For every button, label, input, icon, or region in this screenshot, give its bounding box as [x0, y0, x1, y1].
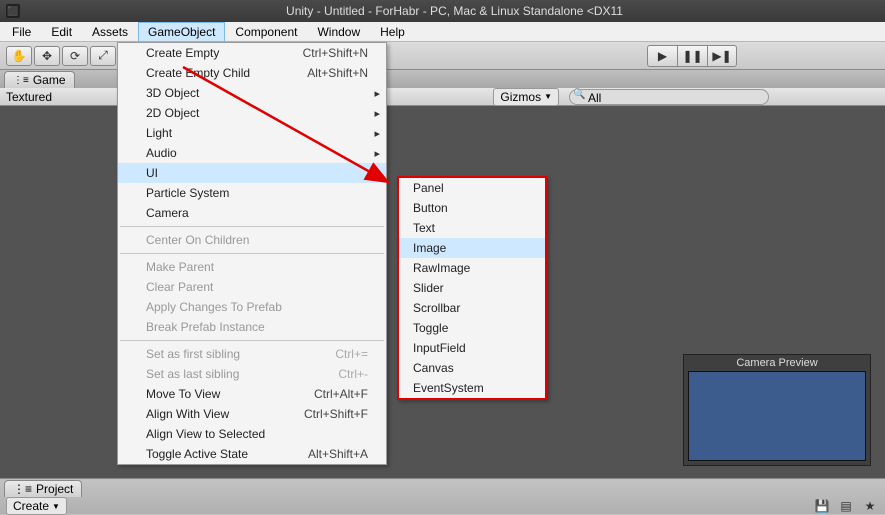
menu-apply-prefab: Apply Changes To Prefab: [118, 297, 386, 317]
step-icon: ▶❚: [712, 49, 731, 63]
gizmos-dropdown[interactable]: Gizmos▼: [493, 88, 559, 106]
menu-clear-parent: Clear Parent: [118, 277, 386, 297]
project-panel: ⋮≡ Project Create ▼ 💾 ▤ ★: [0, 478, 885, 514]
window-title: Unity - Untitled - ForHabr - PC, Mac & L…: [30, 4, 879, 18]
tab-project-label: Project: [36, 482, 73, 496]
submenu-slider[interactable]: Slider: [399, 278, 545, 298]
menu-toggle-active-state[interactable]: Toggle Active State Alt+Shift+A: [118, 444, 386, 464]
step-button[interactable]: ▶❚: [707, 45, 737, 67]
star-icon[interactable]: ★: [861, 498, 879, 514]
submenu-toggle[interactable]: Toggle: [399, 318, 545, 338]
menu-component[interactable]: Component: [225, 22, 307, 41]
submenu-panel[interactable]: Panel: [399, 178, 545, 198]
ui-submenu: Panel Button Text Image RawImage Slider …: [397, 176, 547, 400]
menu-align-view-to-selected[interactable]: Align View to Selected: [118, 424, 386, 444]
tool-rotate-button[interactable]: ⟳: [62, 46, 88, 66]
menu-camera[interactable]: Camera: [118, 203, 386, 223]
search-input[interactable]: All: [569, 89, 769, 105]
menu-ui[interactable]: UI: [118, 163, 386, 183]
chevron-down-icon: ▼: [544, 92, 552, 101]
tool-scale-button[interactable]: ⤢: [90, 46, 116, 66]
submenu-image[interactable]: Image: [399, 238, 545, 258]
window-titlebar: ⬛ Unity - Untitled - ForHabr - PC, Mac &…: [0, 0, 885, 22]
menu-edit[interactable]: Edit: [41, 22, 82, 41]
submenu-inputfield[interactable]: InputField: [399, 338, 545, 358]
menu-gameobject[interactable]: GameObject: [138, 22, 225, 41]
menu-move-to-view[interactable]: Move To View Ctrl+Alt+F: [118, 384, 386, 404]
scale-icon: ⤢: [98, 48, 108, 63]
menu-window[interactable]: Window: [307, 22, 370, 41]
pause-button[interactable]: ❚❚: [677, 45, 707, 67]
create-dropdown[interactable]: Create ▼: [6, 497, 67, 515]
menu-assets[interactable]: Assets: [82, 22, 138, 41]
tab-game-label: Game: [33, 73, 66, 87]
camera-preview-body: [688, 371, 866, 461]
submenu-rawimage[interactable]: RawImage: [399, 258, 545, 278]
submenu-canvas[interactable]: Canvas: [399, 358, 545, 378]
tab-options-icon: ⋮≡: [13, 75, 29, 86]
tool-hand-button[interactable]: ✋: [6, 46, 32, 66]
rotate-icon: ⟳: [70, 49, 80, 63]
menu-2d-object[interactable]: 2D Object: [118, 103, 386, 123]
play-controls: ▶ ❚❚ ▶❚: [647, 45, 737, 67]
unity-logo-icon: ⬛: [6, 4, 20, 18]
separator: [120, 340, 384, 341]
camera-preview-panel: Camera Preview: [683, 354, 871, 466]
tab-game[interactable]: ⋮≡ Game: [4, 71, 75, 88]
menu-create-empty[interactable]: Create Empty Ctrl+Shift+N: [118, 43, 386, 63]
menu-create-empty-child[interactable]: Create Empty Child Alt+Shift+N: [118, 63, 386, 83]
hand-icon: ✋: [12, 49, 27, 63]
camera-preview-title: Camera Preview: [684, 355, 870, 371]
menu-center-on-children: Center On Children: [118, 230, 386, 250]
play-button[interactable]: ▶: [647, 45, 677, 67]
menu-align-with-view[interactable]: Align With View Ctrl+Shift+F: [118, 404, 386, 424]
menu-help[interactable]: Help: [370, 22, 415, 41]
menu-break-prefab: Break Prefab Instance: [118, 317, 386, 337]
submenu-eventsystem[interactable]: EventSystem: [399, 378, 545, 398]
menu-audio[interactable]: Audio: [118, 143, 386, 163]
pause-icon: ❚❚: [682, 49, 702, 63]
tool-move-button[interactable]: ✥: [34, 46, 60, 66]
chevron-down-icon: ▼: [52, 502, 60, 511]
separator: [120, 253, 384, 254]
menu-bar: File Edit Assets GameObject Component Wi…: [0, 22, 885, 42]
menu-3d-object[interactable]: 3D Object: [118, 83, 386, 103]
menu-particle-system[interactable]: Particle System: [118, 183, 386, 203]
separator: [120, 226, 384, 227]
tab-project[interactable]: ⋮≡ Project: [4, 480, 82, 497]
tab-options-icon: ⋮≡: [13, 482, 32, 496]
play-icon: ▶: [658, 49, 667, 63]
save-icon[interactable]: 💾: [813, 498, 831, 514]
submenu-text[interactable]: Text: [399, 218, 545, 238]
gameobject-dropdown: Create Empty Ctrl+Shift+N Create Empty C…: [117, 42, 387, 465]
move-icon: ✥: [42, 49, 52, 63]
textured-dropdown[interactable]: Textured: [6, 90, 52, 104]
menu-light[interactable]: Light: [118, 123, 386, 143]
menu-set-last-sibling: Set as last sibling Ctrl+-: [118, 364, 386, 384]
menu-make-parent: Make Parent: [118, 257, 386, 277]
filter-icon[interactable]: ▤: [837, 498, 855, 514]
submenu-scrollbar[interactable]: Scrollbar: [399, 298, 545, 318]
submenu-button[interactable]: Button: [399, 198, 545, 218]
menu-set-first-sibling: Set as first sibling Ctrl+=: [118, 344, 386, 364]
menu-file[interactable]: File: [2, 22, 41, 41]
